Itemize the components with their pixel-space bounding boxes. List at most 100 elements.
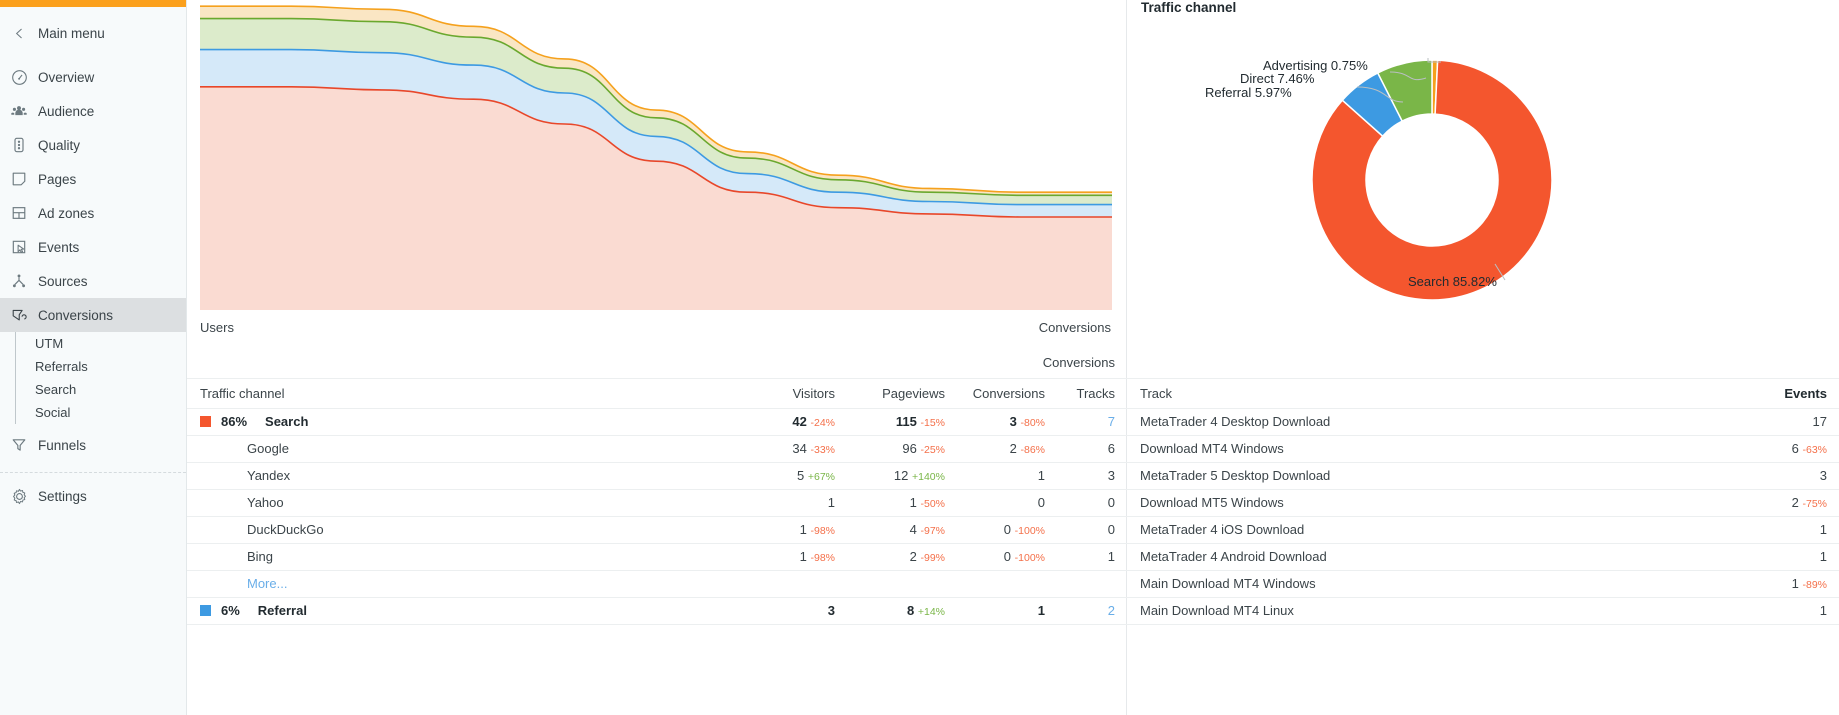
- sidebar-item-label: Conversions: [38, 307, 114, 323]
- track-group-header-spacer: [1719, 348, 1839, 379]
- donut-label-direct: Direct 7.46%: [1240, 71, 1315, 86]
- table-row[interactable]: DuckDuckGo 1 -98% 4 -97% 0 -100% 0: [187, 516, 1128, 544]
- channel-name-cell[interactable]: 6% Referral: [187, 597, 737, 625]
- delta-badge: -100%: [1014, 552, 1045, 564]
- column-header-conversions[interactable]: Conversions: [957, 378, 1057, 409]
- sidebar-item-label: Ad zones: [38, 205, 95, 221]
- track-name-cell[interactable]: MetaTrader 4 Desktop Download: [1127, 408, 1719, 436]
- table-row[interactable]: MetaTrader 4 iOS Download 1: [1127, 516, 1839, 544]
- sidebar-item-social[interactable]: Social: [16, 401, 186, 424]
- sidebar-item-referrals[interactable]: Referrals: [16, 355, 186, 378]
- delta-badge: -80%: [1020, 417, 1045, 429]
- table-header-row: Traffic channel Visitors Pageviews Conve…: [187, 378, 1128, 409]
- column-header-traffic-channel[interactable]: Traffic channel: [187, 378, 737, 409]
- delta-badge: -24%: [810, 417, 835, 429]
- delta-badge: -89%: [1802, 579, 1827, 591]
- events-cell: 6 -63%: [1719, 435, 1839, 463]
- channel-name-cell[interactable]: Bing: [187, 543, 737, 571]
- tracks-cell: 0: [1057, 489, 1128, 517]
- track-name-cell[interactable]: MetaTrader 4 iOS Download: [1127, 516, 1719, 544]
- stacked-area-chart[interactable]: [200, 0, 1112, 310]
- conversions-cell: 1: [957, 462, 1057, 490]
- conversions-cell: 0: [957, 489, 1057, 517]
- sidebar-item-pages[interactable]: Pages: [0, 162, 186, 196]
- channel-name: Google: [247, 441, 289, 456]
- tracks-cell[interactable]: 7: [1057, 408, 1128, 436]
- group-header-conversions: Conversions: [957, 348, 1128, 379]
- sidebar-item-utm[interactable]: UTM: [16, 332, 186, 355]
- channel-name-cell[interactable]: Google: [187, 435, 737, 463]
- sidebar-item-ad-zones[interactable]: Ad zones: [0, 196, 186, 230]
- channel-name-cell[interactable]: DuckDuckGo: [187, 516, 737, 544]
- group-header-spacer: [737, 348, 847, 379]
- sidebar-divider: [0, 472, 186, 473]
- track-name-cell[interactable]: Download MT4 Windows: [1127, 435, 1719, 463]
- sidebar-item-search[interactable]: Search: [16, 378, 186, 401]
- sidebar-subgroup-conversions: UTM Referrals Search Social: [15, 332, 186, 424]
- pageviews-cell: 4 -97%: [847, 516, 957, 544]
- sidebar-accent-bar: [0, 0, 186, 7]
- events-cell: 1: [1719, 543, 1839, 571]
- track-name-cell[interactable]: MetaTrader 5 Desktop Download: [1127, 462, 1719, 490]
- channel-percent: 6%: [221, 603, 240, 618]
- sidebar-item-label: Audience: [38, 103, 95, 119]
- sidebar-item-sources[interactable]: Sources: [0, 264, 186, 298]
- delta-badge: -33%: [810, 444, 835, 456]
- track-table-header-row: Track Events: [1127, 378, 1839, 409]
- track-name-cell[interactable]: Main Download MT4 Linux: [1127, 597, 1719, 625]
- table-row[interactable]: MetaTrader 4 Desktop Download 17: [1127, 408, 1839, 436]
- column-header-pageviews[interactable]: Pageviews: [847, 378, 957, 409]
- sidebar-item-label: Pages: [38, 171, 77, 187]
- events-cell: 2 -75%: [1719, 489, 1839, 517]
- column-header-tracks[interactable]: Tracks: [1057, 378, 1128, 409]
- table-row[interactable]: 6% Referral 3 8 +14% 1 2: [187, 597, 1128, 625]
- sidebar-item-label: Funnels: [38, 437, 87, 453]
- sidebar-item-events[interactable]: Events: [0, 230, 186, 264]
- channel-name-cell[interactable]: Yandex: [187, 462, 737, 490]
- table-row[interactable]: 86% Search 42 -24% 115 -15% 3 -80% 7: [187, 408, 1128, 436]
- sidebar-item-conversions[interactable]: Conversions: [0, 298, 186, 332]
- page-icon: [4, 171, 34, 187]
- tracks-cell[interactable]: 2: [1057, 597, 1128, 625]
- table-row[interactable]: Main Download MT4 Linux 1: [1127, 597, 1839, 625]
- sidebar-item-funnels[interactable]: Funnels: [0, 428, 186, 462]
- delta-badge: +140%: [912, 471, 945, 483]
- pageviews-cell: 96 -25%: [847, 435, 957, 463]
- tracks-cell: 3: [1057, 462, 1128, 490]
- track-name-cell[interactable]: Download MT5 Windows: [1127, 489, 1719, 517]
- table-row[interactable]: MetaTrader 5 Desktop Download 3: [1127, 462, 1839, 490]
- events-cell: 17: [1719, 408, 1839, 436]
- channel-name-cell[interactable]: 86% Search: [187, 408, 737, 436]
- track-name-cell[interactable]: Main Download MT4 Windows: [1127, 570, 1719, 598]
- sidebar-item-settings[interactable]: Settings: [0, 479, 186, 513]
- sidebar-back-main-menu[interactable]: Main menu: [0, 16, 186, 50]
- delta-badge: -98%: [810, 525, 835, 537]
- sidebar-item-label: Events: [38, 239, 80, 255]
- table-row[interactable]: More...: [187, 570, 1128, 598]
- funnel-page-icon: [4, 307, 34, 324]
- sidebar-item-overview[interactable]: Overview: [0, 60, 186, 94]
- channel-name-cell[interactable]: Yahoo: [187, 489, 737, 517]
- column-header-track[interactable]: Track: [1127, 378, 1719, 409]
- table-row[interactable]: MetaTrader 4 Android Download 1: [1127, 543, 1839, 571]
- table-group-header-row: Conversions: [187, 348, 1128, 379]
- visitors-cell: 1 -98%: [737, 516, 847, 544]
- table-row[interactable]: Download MT5 Windows 2 -75%: [1127, 489, 1839, 517]
- track-name-cell[interactable]: MetaTrader 4 Android Download: [1127, 543, 1719, 571]
- delta-badge: -99%: [920, 552, 945, 564]
- tracks-cell: 0: [1057, 516, 1128, 544]
- more-link[interactable]: More...: [187, 570, 737, 598]
- table-row[interactable]: Yahoo 1 1 -50% 0 0: [187, 489, 1128, 517]
- table-row[interactable]: Google 34 -33% 96 -25% 2 -86% 6: [187, 435, 1128, 463]
- channel-name: Bing: [247, 549, 274, 564]
- table-row[interactable]: Bing 1 -98% 2 -99% 0 -100% 1: [187, 543, 1128, 571]
- events-cell: 3: [1719, 462, 1839, 490]
- sidebar-item-quality[interactable]: Quality: [0, 128, 186, 162]
- sidebar-item-audience[interactable]: Audience: [0, 94, 186, 128]
- column-header-events[interactable]: Events: [1719, 378, 1839, 409]
- column-header-visitors[interactable]: Visitors: [737, 378, 847, 409]
- visitors-cell: 3: [737, 597, 847, 625]
- table-row[interactable]: Download MT4 Windows 6 -63%: [1127, 435, 1839, 463]
- table-row[interactable]: Main Download MT4 Windows 1 -89%: [1127, 570, 1839, 598]
- table-row[interactable]: Yandex 5 +67% 12 +140% 1 3: [187, 462, 1128, 490]
